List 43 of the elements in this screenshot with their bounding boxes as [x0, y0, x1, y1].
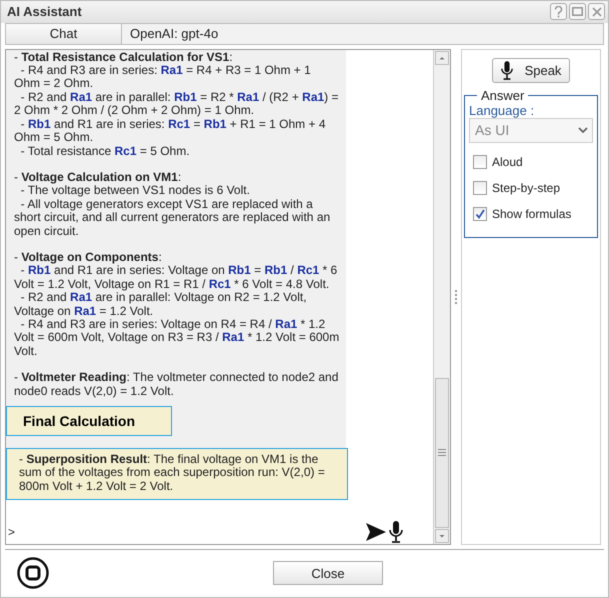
- section-heading: Final Calculation: [6, 406, 172, 436]
- message-text: - R4 and R3 are in series: Voltage on R4 = R4 / Ra1 * 1.2 Volt = 600m Volt, Voltage on R3 = R3 / Ra1 * 1.2 Volt = 600m Volt.: [14, 318, 340, 358]
- close-button[interactable]: Close: [273, 561, 383, 586]
- stop-icon[interactable]: [17, 557, 49, 590]
- message-text: - Superposition Result: The final voltage on VM1 is the sum of the voltages from each superposition run: V(2,0) = 800m Volt + 1.2 Volt = 2 Volt.: [19, 453, 326, 494]
- message-text: - Voltage Calculation on VM1:: [14, 170, 182, 184]
- microphone-icon[interactable]: [389, 520, 403, 543]
- message-text: - The voltage between VS1 nodes is 6 Volt.: [20, 184, 251, 198]
- close-icon: [592, 6, 602, 17]
- message-input[interactable]: >: [8, 524, 362, 539]
- send-icon[interactable]: [366, 522, 386, 541]
- scroll-down-button[interactable]: [435, 528, 449, 543]
- language-label: Language :: [469, 102, 536, 118]
- message-text: - R4 and R3 are in series: Ra1 = R4 + R3 = 1 Ohm + 1 Ohm = 2 Ohm.: [14, 64, 312, 91]
- checkmark-icon: [475, 208, 485, 219]
- help-icon: [554, 6, 563, 18]
- speak-button[interactable]: Speak: [492, 58, 570, 83]
- message-text: - Rb1 and R1 are in series: Voltage on Rb1 = Rb1 / Rc1 * 6 Volt = 1.2 Volt, Voltage on R1 = R1 / Rc1 * 6 Volt = 4.8 Volt.: [14, 264, 338, 292]
- close-window-button[interactable]: [588, 3, 605, 20]
- message-text: - All voltage generators except VS1 are replaced with a short circuit, and all current generators are replaced with an open circuit.: [14, 198, 332, 238]
- option-checkbox[interactable]: Show formulas: [473, 200, 593, 227]
- message-text: - Total Resistance Calculation for VS1:: [14, 50, 234, 64]
- message-text: - Voltage on Components:: [14, 250, 163, 264]
- window-title: AI Assistant: [7, 4, 83, 20]
- help-button[interactable]: [550, 3, 567, 20]
- splitter-handle-icon[interactable]: [455, 290, 457, 304]
- scroll-up-button[interactable]: [435, 50, 449, 65]
- answer-group-label: Answer: [480, 88, 526, 103]
- maximize-icon: [572, 7, 583, 16]
- model-label: OpenAI: gpt-4o: [129, 24, 220, 43]
- maximize-button[interactable]: [569, 3, 586, 20]
- chat-tab[interactable]: Chat: [6, 24, 122, 44]
- microphone-icon: [500, 60, 513, 80]
- option-checkbox[interactable]: Step-by-step: [473, 174, 593, 201]
- message-text: - R2 and Ra1 are in parallel: Voltage on R2 = 1.2 Volt, Voltage on Ra1 = 1.2 Volt.: [14, 291, 308, 318]
- message-text: - Rb1 and R1 are in series: Rc1 = Rb1 + R1 = 1 Ohm + 4 Ohm = 5 Ohm.: [14, 118, 327, 144]
- scrollbar-thumb[interactable]: [435, 378, 449, 528]
- grip-icon: [438, 449, 446, 456]
- message-text: - Total resistance Rc1 = 5 Ohm.: [20, 144, 191, 158]
- chevron-down-icon: [578, 127, 588, 134]
- option-checkbox[interactable]: Aloud: [473, 148, 593, 175]
- message-text: - R2 and Ra1 are in parallel: Rb1 = R2 * Ra1 / (R2 + Ra1) = 2 Ohm * 2 Ohm / (2 Ohm + 2 Ohm) = 1 Ohm.: [14, 90, 340, 118]
- message-text: - Voltmeter Reading: The voltmeter connected to node2 and node0 reads V(2,0) = 1.2 Volt.: [14, 371, 340, 398]
